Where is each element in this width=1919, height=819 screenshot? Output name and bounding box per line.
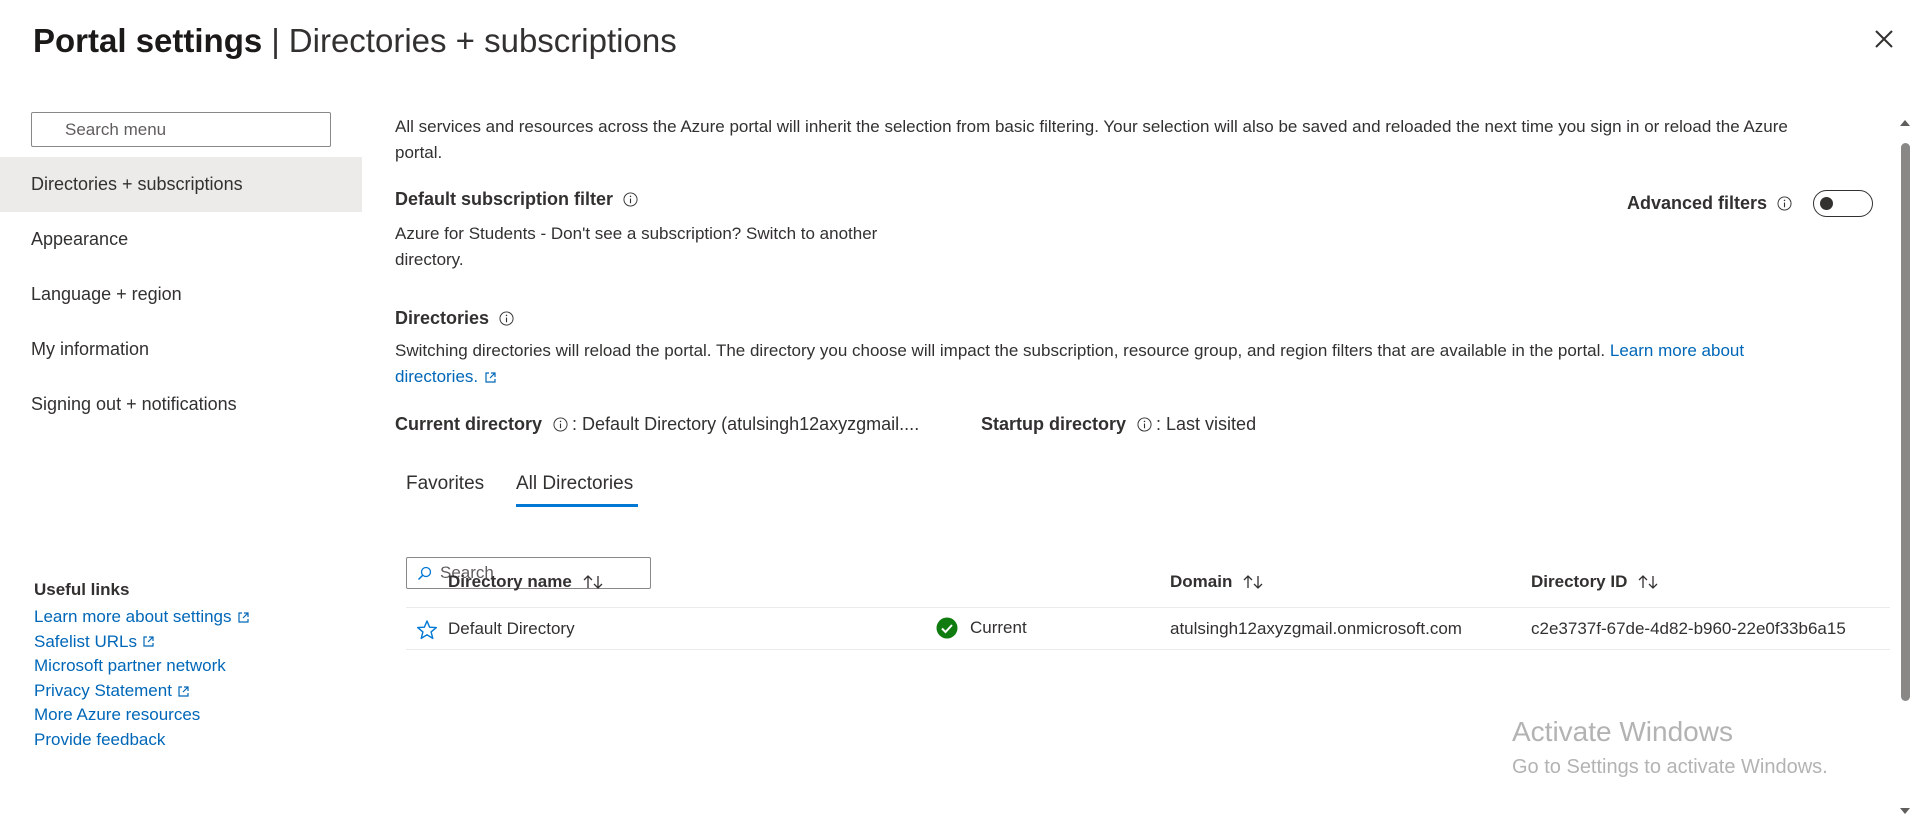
sort-icon — [1243, 575, 1263, 589]
link-label: Safelist URLs — [34, 631, 137, 651]
link-learn-more-settings[interactable]: Learn more about settings — [34, 605, 250, 630]
external-link-icon — [178, 685, 189, 697]
label-text: Directories — [395, 308, 490, 328]
column-header-domain[interactable]: Domain — [1170, 572, 1264, 592]
current-directory-value: : Default Directory (atulsingh12axyzgmai… — [572, 414, 920, 434]
table-row-divider — [406, 649, 1890, 650]
link-label: Privacy Statement — [34, 680, 172, 700]
link-label: Microsoft partner network — [34, 656, 226, 676]
tab-favorites[interactable]: Favorites — [406, 473, 484, 495]
sidebar-item-my-information[interactable]: My information — [0, 322, 362, 377]
column-header-directory-id[interactable]: Directory ID — [1531, 572, 1659, 592]
link-more-azure-resources[interactable]: More Azure resources — [34, 703, 250, 728]
tab-label: All Directories — [516, 473, 634, 494]
cell-status: Current — [936, 617, 1027, 639]
filter-line-1: Azure for Students - Don't see a subscri… — [395, 224, 878, 243]
sidebar-item-label: Language + region — [31, 284, 182, 304]
page-title-main: Portal settings — [33, 22, 263, 59]
scrollbar-thumb[interactable] — [1901, 143, 1910, 701]
sidebar-item-label: Directories + subscriptions — [31, 174, 243, 194]
sidebar-item-label: Signing out + notifications — [31, 394, 237, 414]
header-label: Domain — [1170, 572, 1233, 591]
cell-directory-id: c2e3737f-67de-4d82-b960-22e0f33b6a15 — [1531, 619, 1846, 638]
startup-directory-label: Startup directory — [981, 414, 1127, 434]
page-header: Portal settings | Directories + subscrip… — [33, 18, 677, 64]
current-directory: Current directory : Default Directory (a… — [395, 414, 919, 435]
header-label: Directory name — [448, 572, 572, 591]
sort-icon — [1638, 575, 1658, 589]
info-icon[interactable] — [1137, 417, 1152, 432]
link-privacy-statement[interactable]: Privacy Statement — [34, 679, 250, 704]
tab-label: Favorites — [406, 473, 485, 494]
link-label: More Azure resources — [34, 705, 201, 725]
info-icon[interactable] — [623, 192, 638, 207]
link-provide-feedback[interactable]: Provide feedback — [34, 728, 250, 753]
scroll-down-arrow-icon[interactable] — [1899, 805, 1911, 817]
label-text: Default subscription filter — [395, 189, 614, 209]
external-link-icon — [237, 612, 249, 623]
column-header-directory-name[interactable]: Directory name — [448, 572, 604, 592]
scroll-up-arrow-icon[interactable] — [1899, 117, 1911, 129]
scrollbar[interactable] — [1897, 117, 1913, 817]
directories-label: Directories — [395, 308, 514, 329]
cell-directory-name: Default Directory — [448, 619, 575, 638]
close-icon[interactable] — [1871, 26, 1897, 52]
startup-directory-value: : Last visited — [1156, 414, 1257, 434]
active-tab-indicator — [516, 504, 638, 507]
sidebar-item-language-region[interactable]: Language + region — [0, 267, 362, 322]
info-icon[interactable] — [1777, 196, 1792, 211]
link-safelist-urls[interactable]: Safelist URLs — [34, 630, 250, 655]
tab-all-directories[interactable]: All Directories — [516, 473, 633, 495]
info-icon[interactable] — [553, 417, 568, 432]
intro-line-1: All services and resources across the Az… — [395, 117, 1788, 136]
link-microsoft-partner-network[interactable]: Microsoft partner network — [34, 654, 250, 679]
startup-directory: Startup directory : Last visited — [981, 414, 1256, 435]
sidebar-nav: Directories + subscriptions Appearance L… — [0, 157, 362, 432]
link-label: Provide feedback — [34, 729, 166, 749]
sidebar-item-label: Appearance — [31, 229, 129, 249]
sort-icon — [583, 575, 603, 589]
intro-line-2: portal. — [395, 143, 443, 162]
status-label: Current — [970, 618, 1027, 637]
directories-description: Switching directories will reload the po… — [395, 338, 1835, 390]
useful-links-title: Useful links — [34, 580, 130, 599]
page-title-sub: Directories + subscriptions — [288, 22, 677, 59]
search-menu-input[interactable]: Search menu — [31, 112, 331, 147]
activate-windows-title: Activate Windows — [1512, 716, 1733, 747]
filter-line-2: directory. — [395, 250, 464, 269]
current-directory-label: Current directory — [395, 414, 543, 434]
default-subscription-filter-label: Default subscription filter — [395, 189, 638, 210]
external-link-icon — [143, 636, 154, 647]
sidebar-item-directories-subscriptions[interactable]: Directories + subscriptions — [0, 157, 362, 212]
directories-desc-text: Switching directories will reload the po… — [395, 341, 1606, 360]
search-menu-placeholder: Search menu — [65, 120, 167, 139]
useful-links: Useful links Learn more about settings S… — [34, 580, 250, 753]
advanced-filters-label: Advanced filters — [1627, 193, 1792, 214]
sidebar-item-signing-out-notifications[interactable]: Signing out + notifications — [0, 377, 362, 432]
info-icon[interactable] — [499, 311, 514, 326]
star-icon[interactable] — [416, 619, 438, 641]
sidebar-item-label: My information — [31, 339, 150, 359]
search-icon — [417, 566, 432, 581]
default-subscription-filter-value: Azure for Students - Don't see a subscri… — [395, 221, 877, 273]
title-separator: | — [271, 22, 280, 59]
checkmark-circle-icon — [936, 617, 958, 639]
sidebar-item-appearance[interactable]: Appearance — [0, 212, 362, 267]
learn-more-directories-link-cont[interactable]: directories. — [395, 364, 478, 390]
toggle-knob — [1820, 197, 1833, 210]
label-text: Advanced filters — [1627, 193, 1768, 213]
intro-text: All services and resources across the Az… — [395, 114, 1788, 166]
advanced-filters-toggle[interactable] — [1813, 190, 1873, 217]
learn-more-directories-link[interactable]: Learn more about — [1610, 341, 1744, 360]
header-label: Directory ID — [1531, 572, 1628, 591]
activate-windows-subtitle: Go to Settings to activate Windows. — [1512, 756, 1828, 778]
external-link-icon — [485, 371, 496, 383]
cell-domain: atulsingh12axyzgmail.onmicrosoft.com — [1170, 619, 1462, 638]
link-label: Learn more about settings — [34, 607, 232, 626]
